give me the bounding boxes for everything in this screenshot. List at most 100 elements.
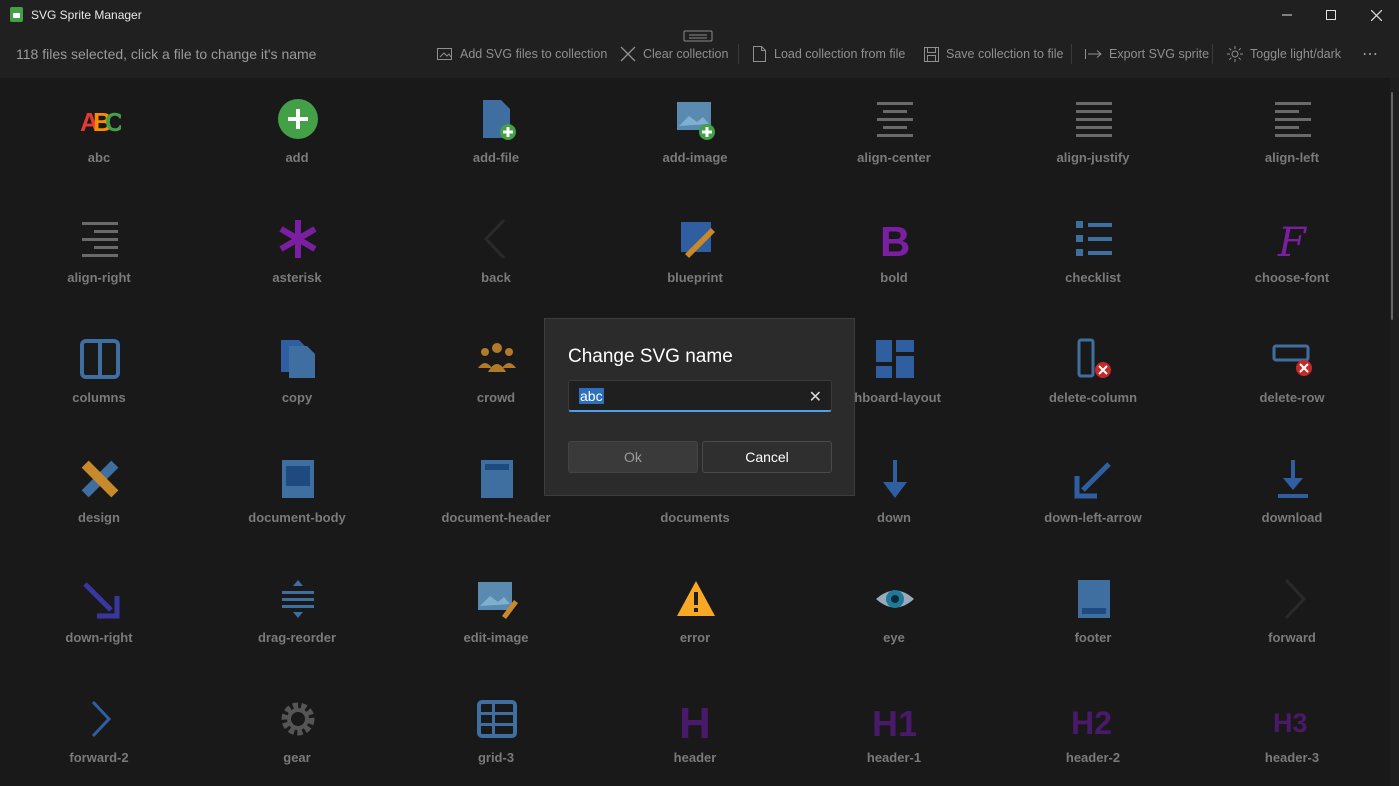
- icon-tile-label: grid-3: [477, 750, 515, 765]
- add-svg-files-button[interactable]: Add SVG files to collection: [437, 42, 607, 66]
- vertical-scrollbar[interactable]: [1391, 92, 1393, 320]
- icon-tile-label: align-center: [857, 150, 931, 165]
- icon-tile[interactable]: A B C abc: [19, 80, 179, 170]
- document-header-icon: [481, 460, 513, 498]
- icon-tile-label: asterisk: [272, 270, 322, 285]
- svg-text:F: F: [1277, 220, 1307, 260]
- design-icon: [81, 460, 119, 498]
- icon-tile[interactable]: add-image: [615, 80, 775, 170]
- toolbar-divider: [1212, 44, 1213, 64]
- icon-tile[interactable]: Hheader: [615, 680, 775, 770]
- icon-tile[interactable]: forward: [1212, 560, 1372, 650]
- icon-tile[interactable]: eye: [814, 560, 974, 650]
- add-svg-files-label: Add SVG files to collection: [460, 47, 608, 61]
- blueprint-icon: [681, 222, 715, 258]
- header-2-icon: H2: [1073, 705, 1112, 740]
- icon-tile-label: abc: [87, 150, 111, 165]
- icon-tile[interactable]: delete-row: [1212, 320, 1372, 410]
- grid-3-icon: [477, 700, 517, 738]
- cancel-button[interactable]: Cancel: [702, 441, 832, 473]
- icon-tile[interactable]: back: [416, 200, 576, 290]
- save-collection-button[interactable]: Save collection to file: [924, 42, 1063, 66]
- icon-tile[interactable]: align-right: [19, 200, 179, 290]
- icon-tile[interactable]: edit-image: [416, 560, 576, 650]
- export-sprite-button[interactable]: Export SVG sprite: [1085, 42, 1209, 66]
- clear-input-icon[interactable]: ✕: [809, 387, 822, 407]
- align-justify-icon: [1076, 102, 1112, 137]
- add-image-icon: [677, 102, 715, 140]
- icon-tile[interactable]: Bbold: [814, 200, 974, 290]
- down-left-arrow-icon: [1074, 462, 1111, 499]
- download-icon: [1278, 460, 1308, 498]
- icon-tile[interactable]: down-right: [19, 560, 179, 650]
- icon-tile-label: delete-column: [1048, 390, 1138, 405]
- error-icon: [677, 581, 715, 616]
- drag-reorder-icon: [282, 580, 314, 618]
- ok-button[interactable]: Ok: [568, 441, 698, 473]
- icon-tile-label: copy: [281, 390, 313, 405]
- icon-tile-label: add-file: [472, 150, 520, 165]
- header-3-icon: H3: [1273, 708, 1308, 738]
- icon-tile-label: back: [481, 270, 511, 285]
- maximize-icon: [1326, 10, 1336, 20]
- icon-tile-label: add: [285, 150, 309, 165]
- icon-tile[interactable]: checklist: [1013, 200, 1173, 290]
- icon-tile[interactable]: down-left-arrow: [1013, 440, 1173, 530]
- header-1-icon: H1: [874, 703, 916, 740]
- svg-name-value[interactable]: abc: [579, 388, 604, 404]
- icon-tile[interactable]: grid-3: [416, 680, 576, 770]
- drag-handle-icon[interactable]: [683, 30, 713, 42]
- window-title: SVG Sprite Manager: [31, 8, 142, 22]
- delete-column-icon: [1077, 338, 1111, 378]
- maximize-button[interactable]: [1308, 0, 1354, 30]
- toggle-theme-button[interactable]: Toggle light/dark: [1227, 42, 1341, 66]
- svg-text:H1: H1: [874, 703, 916, 740]
- icon-tile-label: header: [673, 750, 717, 765]
- icon-tile[interactable]: align-center: [814, 80, 974, 170]
- load-file-icon: [753, 46, 766, 62]
- more-options-button[interactable]: ⋯: [1362, 44, 1379, 64]
- icon-tile[interactable]: columns: [19, 320, 179, 410]
- close-icon: [1370, 9, 1382, 21]
- export-icon: [1085, 49, 1102, 59]
- icon-tile[interactable]: H2 header-2: [1013, 680, 1173, 770]
- add-icon: [278, 99, 318, 139]
- icon-tile[interactable]: drag-reorder: [217, 560, 377, 650]
- icon-tile[interactable]: align-left: [1212, 80, 1372, 170]
- icon-tile[interactable]: Fchoose-font: [1212, 200, 1372, 290]
- icon-tile[interactable]: asterisk: [217, 200, 377, 290]
- icon-tile[interactable]: footer: [1013, 560, 1173, 650]
- minimize-button[interactable]: [1264, 0, 1310, 30]
- svg-text:B: B: [880, 218, 910, 260]
- icon-tile[interactable]: error: [615, 560, 775, 650]
- icon-tile[interactable]: forward-2: [19, 680, 179, 770]
- icon-tile[interactable]: add: [217, 80, 377, 170]
- icon-tile[interactable]: gear: [217, 680, 377, 770]
- icon-tile[interactable]: align-justify: [1013, 80, 1173, 170]
- icon-tile-label: delete-row: [1259, 390, 1325, 405]
- icon-tile[interactable]: H1 header-1: [814, 680, 974, 770]
- icon-tile[interactable]: document-body: [217, 440, 377, 530]
- sun-icon: [1227, 46, 1243, 62]
- icon-tile-label: download: [1261, 510, 1323, 525]
- add-file-icon: [483, 100, 516, 140]
- svg-name-input[interactable]: abc ✕: [568, 380, 832, 412]
- toolbar-divider: [738, 44, 739, 64]
- load-collection-button[interactable]: Load collection from file: [752, 42, 905, 66]
- title-bar: SVG Sprite Manager: [0, 0, 1399, 30]
- icon-tile[interactable]: H3 header-3: [1212, 680, 1372, 770]
- icon-tile[interactable]: design: [19, 440, 179, 530]
- icon-tile[interactable]: delete-column: [1013, 320, 1173, 410]
- icon-tile[interactable]: blueprint: [615, 200, 775, 290]
- icon-tile[interactable]: add-file: [416, 80, 576, 170]
- icon-tile-label: error: [679, 630, 711, 645]
- icon-tile[interactable]: download: [1212, 440, 1372, 530]
- icon-tile-label: align-justify: [1056, 150, 1130, 165]
- icon-tile[interactable]: copy: [217, 320, 377, 410]
- down-right-icon: [83, 582, 120, 619]
- save-collection-label: Save collection to file: [946, 47, 1064, 61]
- load-collection-label: Load collection from file: [774, 47, 906, 61]
- clear-collection-button[interactable]: Clear collection: [620, 42, 728, 66]
- clear-icon: [620, 46, 636, 62]
- close-button[interactable]: [1353, 0, 1399, 30]
